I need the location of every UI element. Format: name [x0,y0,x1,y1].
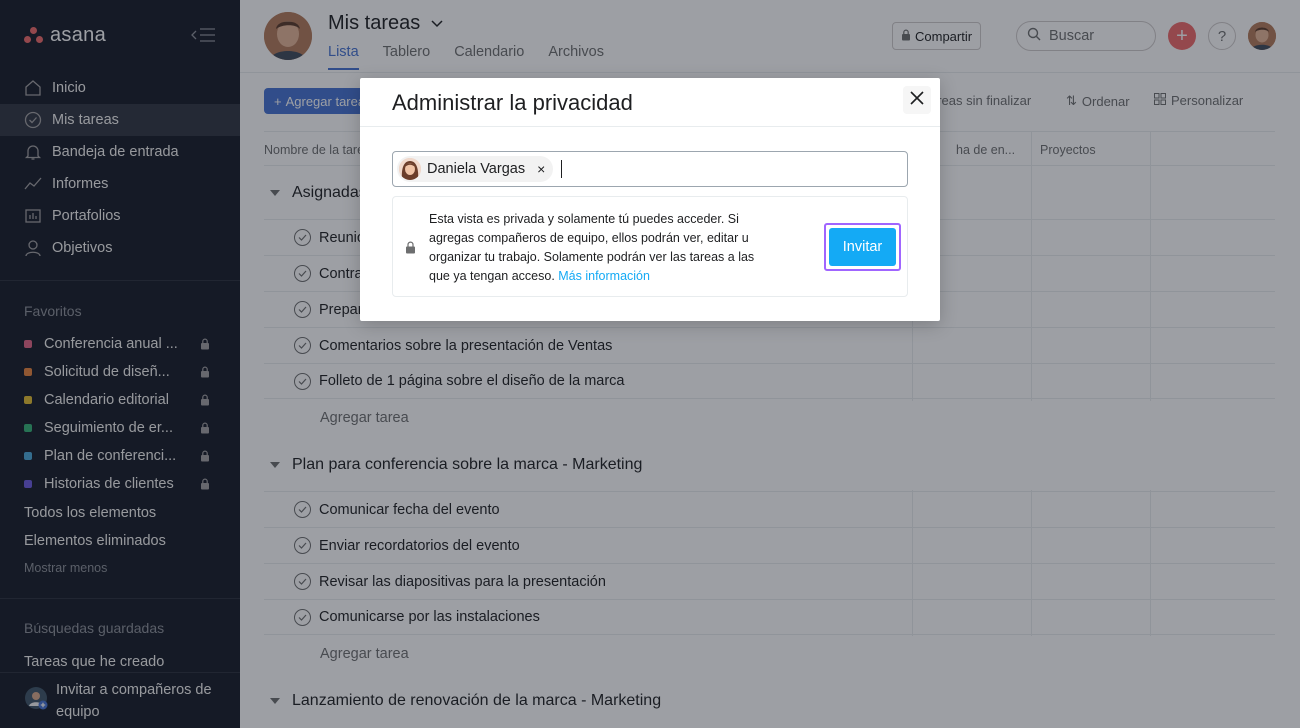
privacy-info-text: Esta vista es privada y solamente tú pue… [429,210,759,286]
remove-token-icon[interactable]: × [537,161,545,177]
text-cursor [561,160,563,178]
avatar [399,158,421,180]
learn-more-link[interactable]: Más información [558,269,650,283]
close-button[interactable] [903,86,931,114]
invite-people-input[interactable]: Daniela Vargas × [392,151,908,187]
dialog-divider [360,126,940,127]
privacy-info-box: Esta vista es privada y solamente tú pue… [392,196,908,297]
close-icon [910,90,924,110]
person-token[interactable]: Daniela Vargas × [397,156,554,182]
person-token-name: Daniela Vargas [427,161,526,177]
privacy-dialog: Administrar la privacidad Daniela Vargas… [360,78,940,321]
invite-button[interactable]: Invitar [829,228,896,266]
invite-button-focus-ring: Invitar [824,223,901,271]
dialog-title: Administrar la privacidad [392,90,633,115]
lock-icon [405,241,416,254]
